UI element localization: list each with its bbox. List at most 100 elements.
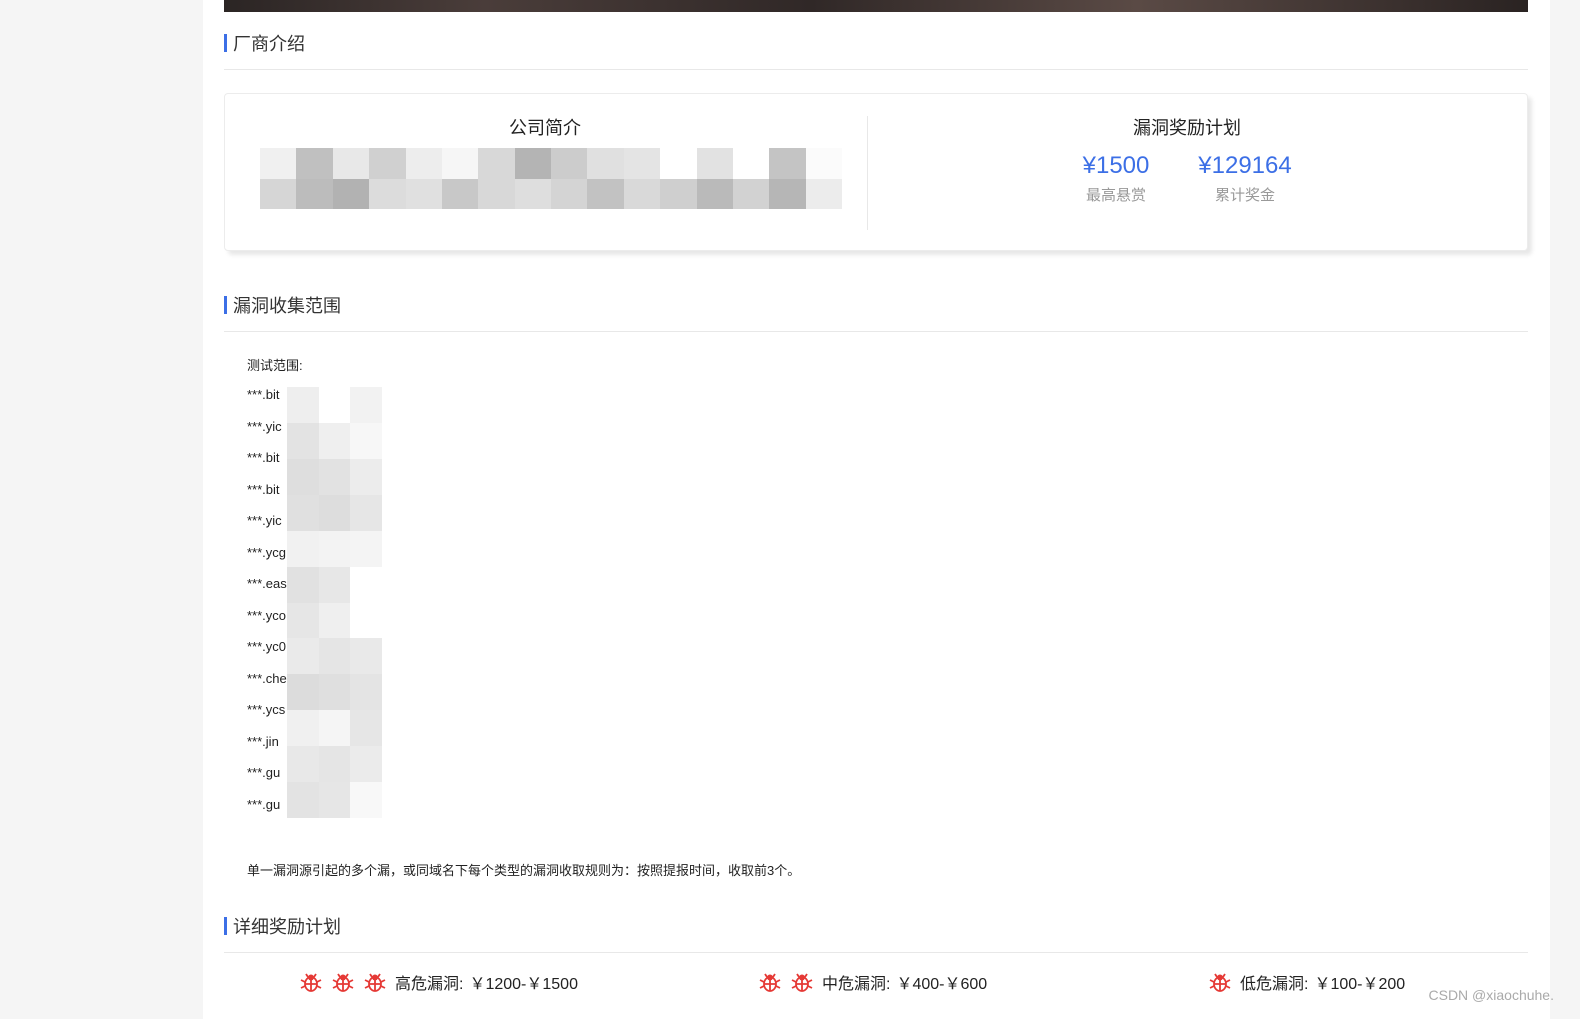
scope-item: ***.ycs	[247, 702, 286, 717]
redaction-block	[350, 746, 382, 783]
redaction-block	[287, 638, 319, 675]
scope-item: ***.bit	[247, 387, 280, 402]
redaction-block	[287, 422, 319, 459]
section-accent-bar	[224, 34, 227, 52]
redaction-block	[332, 148, 370, 179]
redaction-block	[287, 710, 319, 747]
redaction-block	[287, 566, 319, 603]
redaction-block	[587, 148, 624, 179]
scope-item: ***.yic	[247, 418, 282, 434]
bug-icon	[300, 973, 322, 992]
scope-item: ***.gu	[247, 765, 281, 780]
redaction-block	[623, 148, 661, 179]
bug-icon	[791, 973, 813, 992]
redaction-block	[350, 782, 382, 818]
redaction-block	[660, 178, 697, 209]
section-accent-bar	[224, 296, 227, 314]
scope-redacted	[287, 387, 382, 818]
redaction-block	[287, 494, 319, 531]
section-divider	[224, 952, 1528, 953]
redaction-block	[350, 674, 382, 711]
redaction-block	[660, 148, 697, 179]
redaction-block	[551, 148, 588, 179]
redaction-block	[441, 148, 479, 179]
scope-item: ***.yic	[247, 513, 282, 528]
redaction-block	[350, 458, 382, 495]
scope-item: ***.gu	[247, 796, 281, 812]
watermark: CSDN @xiaochuhe.	[1428, 987, 1555, 1003]
section-title-vendor-intro: 厂商介绍	[224, 32, 305, 54]
redaction-block	[318, 566, 351, 603]
reward-range: ￥400-￥600	[896, 976, 988, 993]
redaction-block	[441, 178, 479, 209]
redaction-block	[318, 494, 351, 531]
redaction-block	[350, 530, 382, 567]
reward-range: ￥100-￥200	[1314, 976, 1406, 993]
severity-icons	[1208, 970, 1240, 994]
scope-item: ***.jin	[247, 733, 279, 749]
redaction-block	[514, 178, 551, 209]
redaction-block	[769, 178, 806, 209]
reward-high: 高危漏洞: ￥1200-￥1500	[299, 970, 578, 994]
redaction-block	[350, 422, 382, 459]
redaction-block	[696, 178, 733, 209]
redaction-block	[287, 530, 319, 567]
redaction-block	[405, 148, 442, 179]
total-bonus-label: 累计奖金	[1214, 187, 1275, 204]
redaction-block	[296, 178, 333, 209]
reward-level: 高危漏洞:	[395, 976, 464, 993]
redaction-block	[478, 148, 515, 179]
redaction-block	[287, 746, 319, 783]
scope-item: ***.yc0	[247, 639, 287, 654]
section-title-text: 详细奖励计划	[233, 917, 341, 937]
redaction-block	[587, 178, 624, 209]
section-title-text: 厂商介绍	[233, 34, 305, 54]
redaction-block	[318, 602, 351, 639]
section-title-detailed-rewards: 详细奖励计划	[224, 915, 341, 937]
redaction-block	[805, 148, 842, 179]
reward-low: 低危漏洞: ￥100-￥200	[1208, 970, 1405, 994]
redaction-block	[369, 178, 406, 209]
redaction-block	[514, 148, 551, 179]
redaction-block	[350, 710, 382, 747]
redaction-block	[551, 178, 588, 209]
main-content: 厂商介绍 公司简介 漏洞奖励计划 ¥1500 最高悬赏 ¥129164 累计奖金…	[203, 0, 1550, 1019]
redaction-block	[318, 530, 351, 567]
bug-icon	[332, 973, 354, 992]
redaction-block	[350, 387, 382, 423]
redaction-block	[623, 178, 661, 209]
redaction-block	[260, 148, 297, 179]
redaction-block	[350, 566, 382, 603]
section-divider	[224, 331, 1528, 332]
redaction-block	[287, 602, 319, 639]
company-profile-redacted	[260, 148, 842, 209]
redaction-block	[405, 178, 442, 209]
redaction-block	[287, 674, 319, 711]
max-bounty-label: 最高悬赏	[1085, 187, 1146, 204]
total-bonus-value: ¥129164	[1198, 152, 1292, 179]
bug-icon	[1209, 973, 1231, 992]
redaction-block	[318, 782, 351, 818]
reward-medium: 中危漏洞: ￥400-￥600	[758, 970, 987, 994]
redaction-block	[350, 494, 382, 531]
redaction-block	[350, 602, 382, 639]
section-title-scope: 漏洞收集范围	[224, 294, 341, 316]
redaction-block	[287, 387, 319, 423]
max-bounty-stat: ¥1500 最高悬赏	[1070, 152, 1162, 205]
scope-item: ***.yco	[247, 607, 287, 623]
scope-item: ***.che	[247, 670, 287, 686]
banner-image	[224, 0, 1528, 12]
section-divider	[224, 69, 1528, 70]
redaction-block	[318, 387, 351, 423]
redaction-block	[318, 638, 351, 675]
redaction-block	[732, 178, 770, 209]
total-bonus-stat: ¥129164 累计奖金	[1187, 152, 1303, 205]
reward-program-title: 漏洞奖励计划	[1133, 118, 1241, 138]
redaction-block	[332, 178, 370, 209]
redaction-block	[296, 148, 333, 179]
redaction-block	[369, 148, 406, 179]
redaction-block	[696, 148, 733, 179]
redaction-block	[318, 746, 351, 783]
card-divider	[867, 116, 868, 230]
redaction-block	[769, 148, 806, 179]
